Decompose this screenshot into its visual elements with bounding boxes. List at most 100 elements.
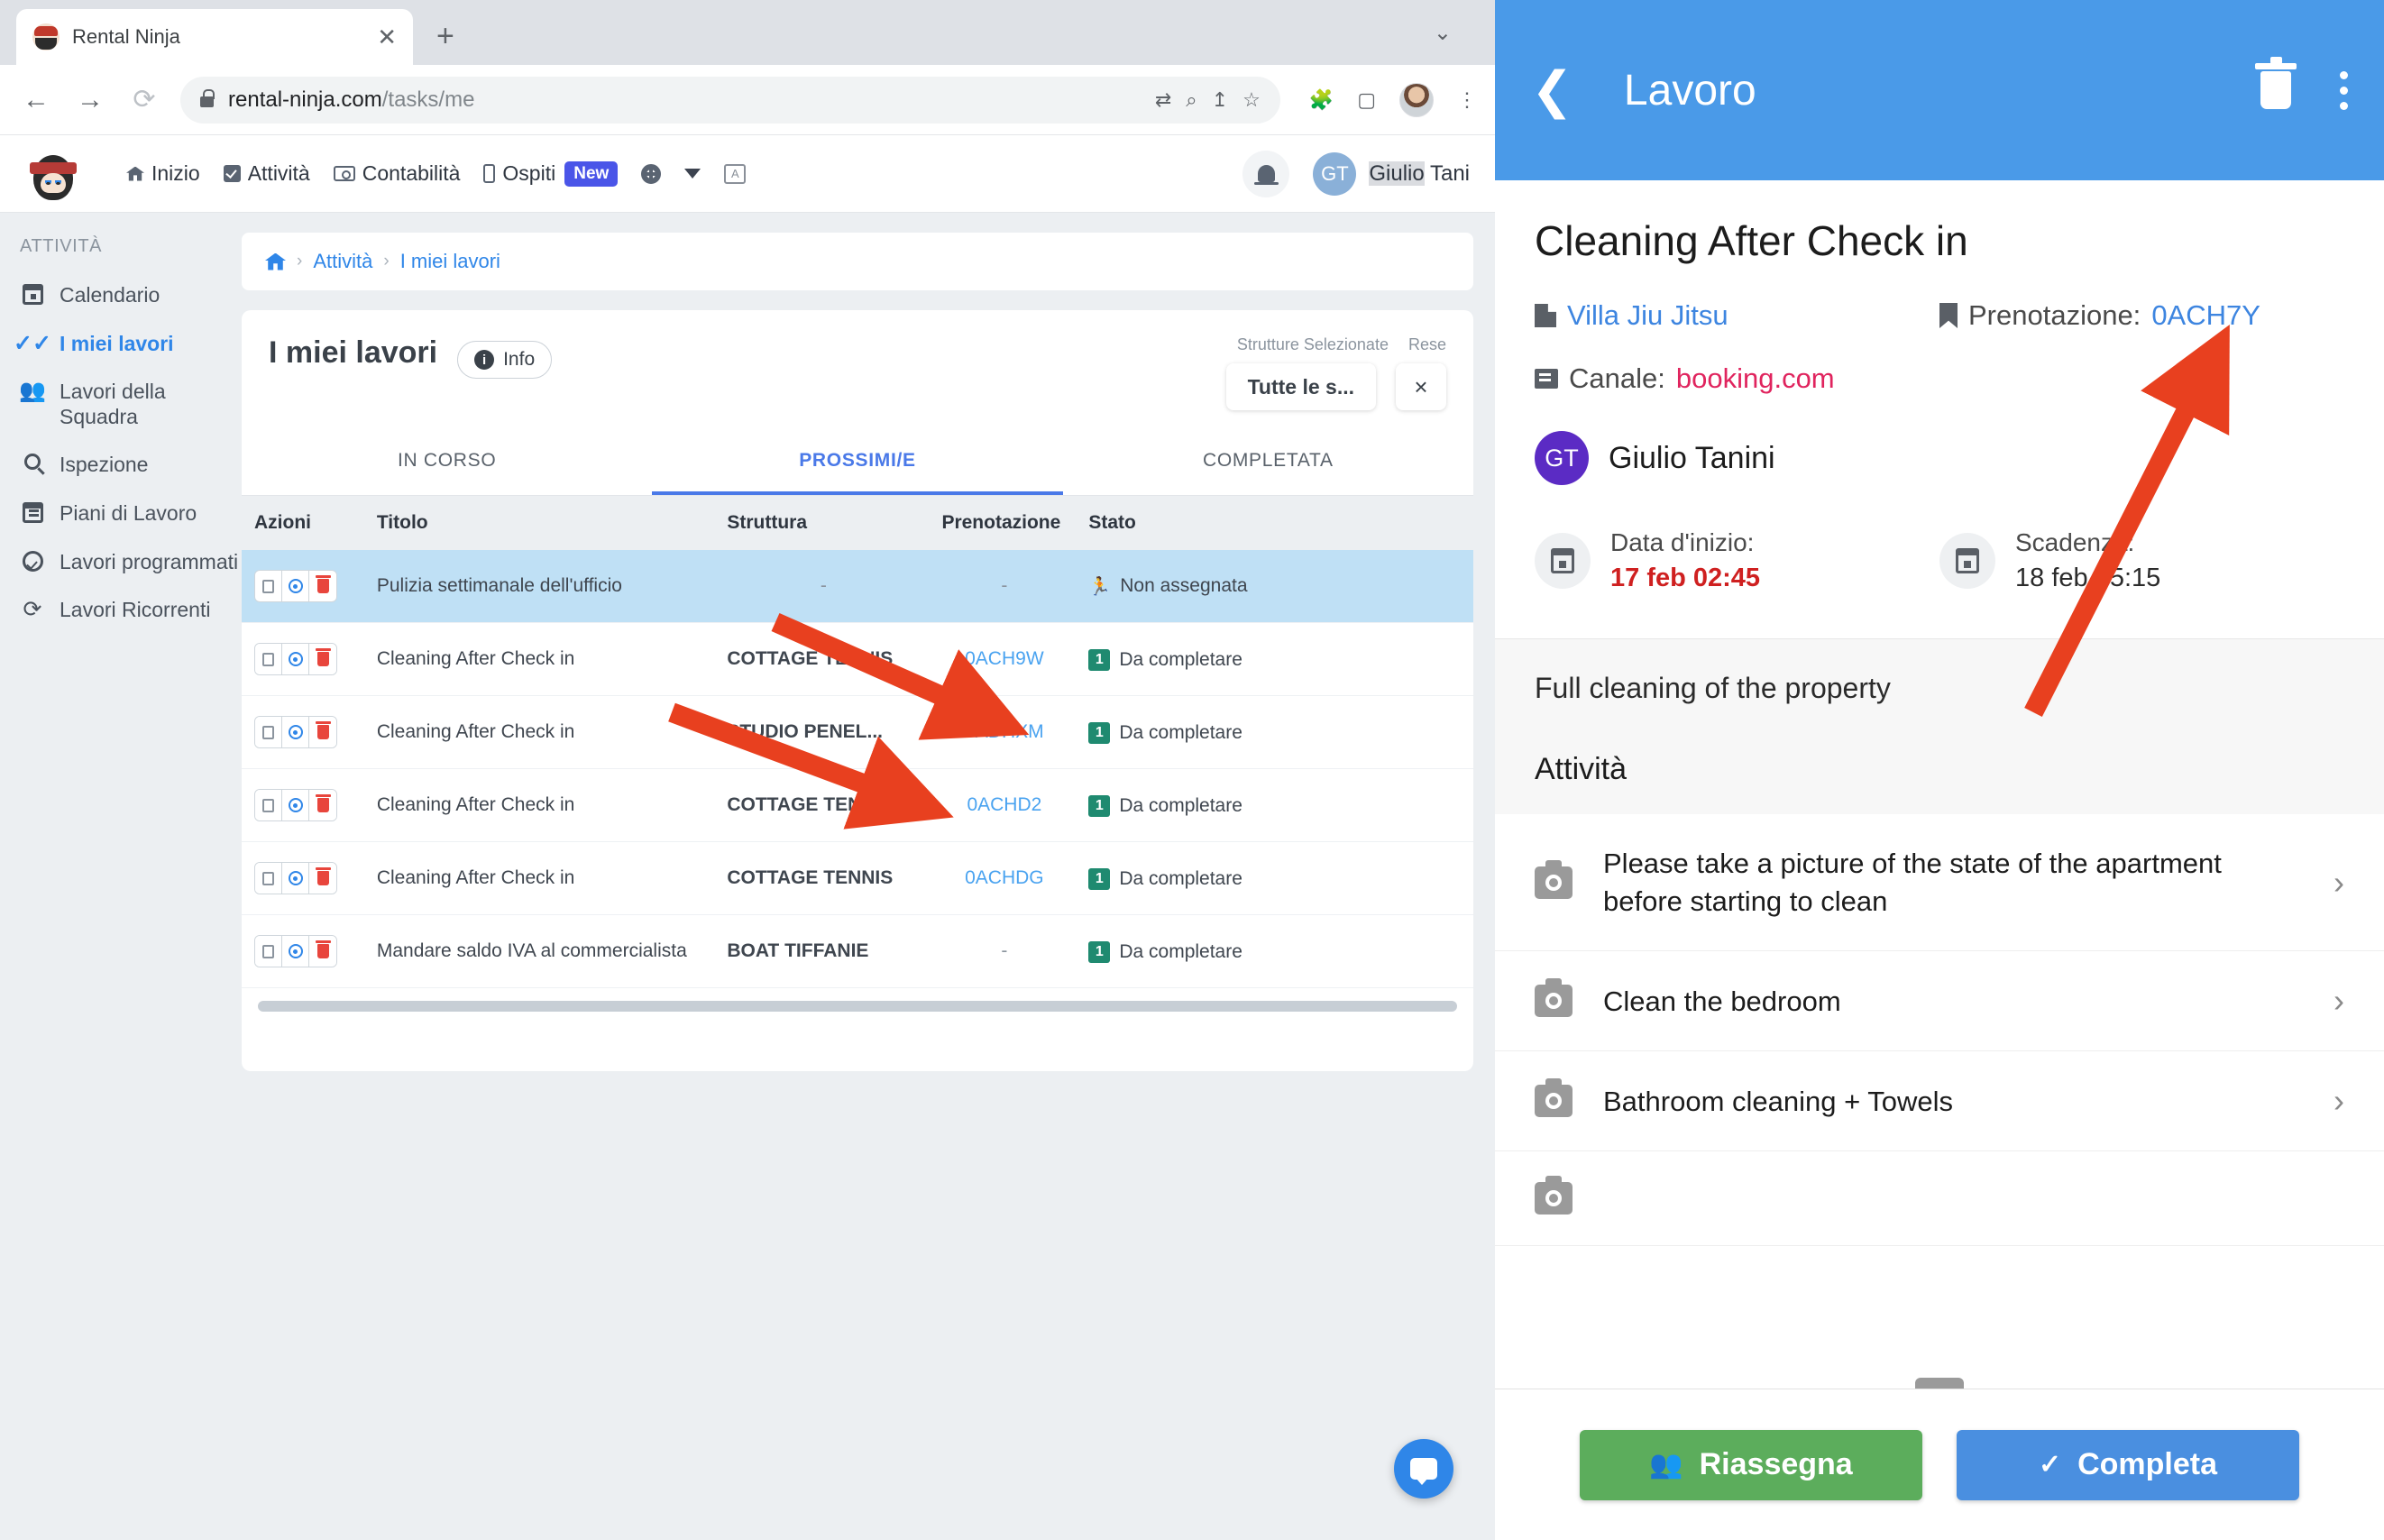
- sidebar-item-lavori-programmati[interactable]: Lavori programmati: [20, 538, 242, 587]
- side-panel-icon[interactable]: ▢: [1357, 88, 1376, 112]
- delete-icon[interactable]: [309, 717, 336, 747]
- booking-code-link[interactable]: 0ACHDG: [965, 867, 1044, 888]
- sidebar-item-ispezione[interactable]: Ispezione: [20, 441, 242, 490]
- trash-icon[interactable]: [2255, 57, 2297, 109]
- browser-profile-avatar[interactable]: [1399, 82, 1434, 117]
- select-checkbox[interactable]: [255, 717, 282, 747]
- filter-reset-button[interactable]: ×: [1396, 363, 1446, 410]
- table-row[interactable]: Cleaning After Check in COTTAGE TENNIS 0…: [242, 623, 1473, 696]
- home-icon[interactable]: [265, 252, 286, 270]
- new-tab-button[interactable]: +: [436, 19, 454, 65]
- kebab-menu-icon[interactable]: [2340, 70, 2348, 110]
- mobile-app-panel: ❮ Lavoro Cleaning After Check in Villa J…: [1495, 0, 2384, 1540]
- reload-icon[interactable]: ⟳: [126, 84, 162, 115]
- list-item[interactable]: Clean the bedroom ›: [1495, 951, 2384, 1052]
- table-row[interactable]: Mandare saldo IVA al commercialista BOAT…: [242, 915, 1473, 988]
- unassigned-icon: 🏃: [1088, 576, 1112, 597]
- select-checkbox[interactable]: [255, 790, 282, 820]
- ninja-logo-icon[interactable]: [25, 146, 81, 202]
- translate-icon[interactable]: A: [724, 163, 747, 184]
- user-menu[interactable]: GT Giulio Tani: [1313, 151, 1470, 196]
- view-icon[interactable]: [282, 571, 309, 601]
- delete-icon[interactable]: [309, 571, 336, 601]
- select-checkbox[interactable]: [255, 936, 282, 967]
- bell-icon: [1253, 165, 1279, 185]
- kebab-menu-icon[interactable]: ⋮: [1457, 88, 1477, 112]
- address-bar[interactable]: rental-ninja.com/tasks/me ⇄ ⌕ ↥ ☆: [180, 76, 1280, 124]
- horizontal-scrollbar[interactable]: [258, 1001, 1457, 1012]
- select-checkbox[interactable]: [255, 644, 282, 674]
- extensions-puzzle-icon[interactable]: 🧩: [1309, 88, 1334, 112]
- share-icon[interactable]: ↥: [1212, 88, 1228, 112]
- booking-code-link[interactable]: 0ACH9W: [965, 648, 1044, 669]
- delete-icon[interactable]: [309, 644, 336, 674]
- tasks-section-header: Attività: [1535, 751, 1628, 786]
- info-label: Info: [503, 349, 536, 370]
- table-row[interactable]: Cleaning After Check in COTTAGE TENNIS 0…: [242, 769, 1473, 842]
- sidebar-item-i-miei-lavori[interactable]: ✓✓ I miei lavori: [14, 320, 242, 369]
- mobile-booking[interactable]: Prenotazione: 0ACH7Y: [1939, 299, 2344, 332]
- row-stato: 1 Da completare: [1077, 842, 1337, 915]
- select-checkbox[interactable]: [255, 571, 282, 601]
- row-stato-label: Da completare: [1119, 795, 1242, 816]
- info-button[interactable]: i Info: [457, 341, 553, 379]
- sidebar-item-lavori-ricorrenti[interactable]: ⟳ Lavori Ricorrenti: [20, 586, 242, 635]
- chat-support-button[interactable]: [1394, 1439, 1453, 1499]
- browser-tab[interactable]: Rental Ninja ✕: [16, 9, 413, 65]
- zoom-out-icon[interactable]: ⌕: [1186, 88, 1197, 112]
- row-prenotazione: 0ACH9W: [931, 623, 1077, 696]
- sidebar-item-piani-di-lavoro[interactable]: Piani di Lavoro: [20, 490, 242, 538]
- mobile-task-list: Please take a picture of the state of th…: [1495, 813, 2384, 1247]
- view-icon[interactable]: [282, 936, 309, 967]
- sidebar-item-lavori-della-squadra[interactable]: 👥 Lavori della Squadra: [19, 368, 242, 441]
- mobile-assignee[interactable]: GT Giulio Tanini: [1535, 431, 2344, 485]
- tab-completata[interactable]: COMPLETATA: [1063, 430, 1473, 495]
- delete-icon[interactable]: [309, 790, 336, 820]
- view-icon[interactable]: [282, 717, 309, 747]
- bottom-sheet-drag-handle[interactable]: [1915, 1378, 1964, 1389]
- forward-icon[interactable]: →: [72, 85, 108, 115]
- close-icon[interactable]: ✕: [377, 25, 397, 49]
- user-first-name: Giulio: [1369, 160, 1425, 186]
- back-chevron-icon[interactable]: ❮: [1531, 65, 1573, 115]
- list-item[interactable]: Bathroom cleaning + Towels ›: [1495, 1051, 2384, 1152]
- folder-icon: [1535, 369, 1558, 389]
- notifications-button[interactable]: [1242, 150, 1290, 197]
- view-icon[interactable]: [282, 863, 309, 894]
- nav-item-contabilita[interactable]: Contabilità: [333, 161, 460, 186]
- booking-code-link[interactable]: 0ACHD2: [967, 794, 1041, 815]
- mobile-property[interactable]: Villa Jiu Jitsu: [1535, 299, 1939, 332]
- reassign-button[interactable]: 👥 Riassegna: [1580, 1429, 1922, 1500]
- chevron-down-icon[interactable]: [684, 169, 701, 179]
- chevron-down-icon[interactable]: ⌄: [1434, 20, 1452, 46]
- sidebar-item-calendario[interactable]: Calendario: [20, 271, 242, 320]
- table-row[interactable]: Cleaning After Check in COTTAGE TENNIS 0…: [242, 842, 1473, 915]
- complete-button[interactable]: ✓ Completa: [1957, 1429, 2299, 1500]
- view-icon[interactable]: [282, 790, 309, 820]
- select-checkbox[interactable]: [255, 863, 282, 894]
- breadcrumb-item-i-miei-lavori[interactable]: I miei lavori: [400, 250, 500, 273]
- structures-filter-select[interactable]: Tutte le s...: [1225, 363, 1376, 410]
- nav-item-ospiti[interactable]: Ospiti New: [483, 160, 619, 187]
- booking-code[interactable]: 0ACH7Y: [2151, 299, 2260, 332]
- list-item[interactable]: Please take a picture of the state of th…: [1495, 814, 2384, 952]
- nav-item-inizio[interactable]: Inizio: [126, 161, 200, 186]
- nav-item-attivita[interactable]: Attività: [223, 161, 310, 186]
- delete-icon[interactable]: [309, 863, 336, 894]
- booking-code-link[interactable]: 0ADHXM: [965, 721, 1044, 742]
- list-item-partial[interactable]: [1495, 1151, 2384, 1247]
- channel-value: booking.com: [1675, 362, 1835, 394]
- gear-icon[interactable]: [641, 163, 662, 184]
- view-icon[interactable]: [282, 644, 309, 674]
- tab-prossimi[interactable]: PROSSIMI/E: [652, 430, 1063, 495]
- table-row[interactable]: Pulizia settimanale dell'ufficio - - 🏃 N…: [242, 550, 1473, 623]
- row-stato-label: Da completare: [1119, 868, 1242, 889]
- col-prenotazione: Prenotazione: [931, 496, 1078, 550]
- delete-icon[interactable]: [309, 936, 336, 967]
- tab-in-corso[interactable]: IN CORSO: [242, 430, 652, 495]
- bookmark-star-icon[interactable]: ☆: [1242, 88, 1261, 112]
- back-icon[interactable]: ←: [18, 85, 54, 115]
- translate-icon[interactable]: ⇄: [1155, 88, 1171, 112]
- table-row[interactable]: Cleaning After Check in STUDIO PENEL... …: [242, 696, 1473, 769]
- breadcrumb-item-attivita[interactable]: Attività: [313, 250, 372, 273]
